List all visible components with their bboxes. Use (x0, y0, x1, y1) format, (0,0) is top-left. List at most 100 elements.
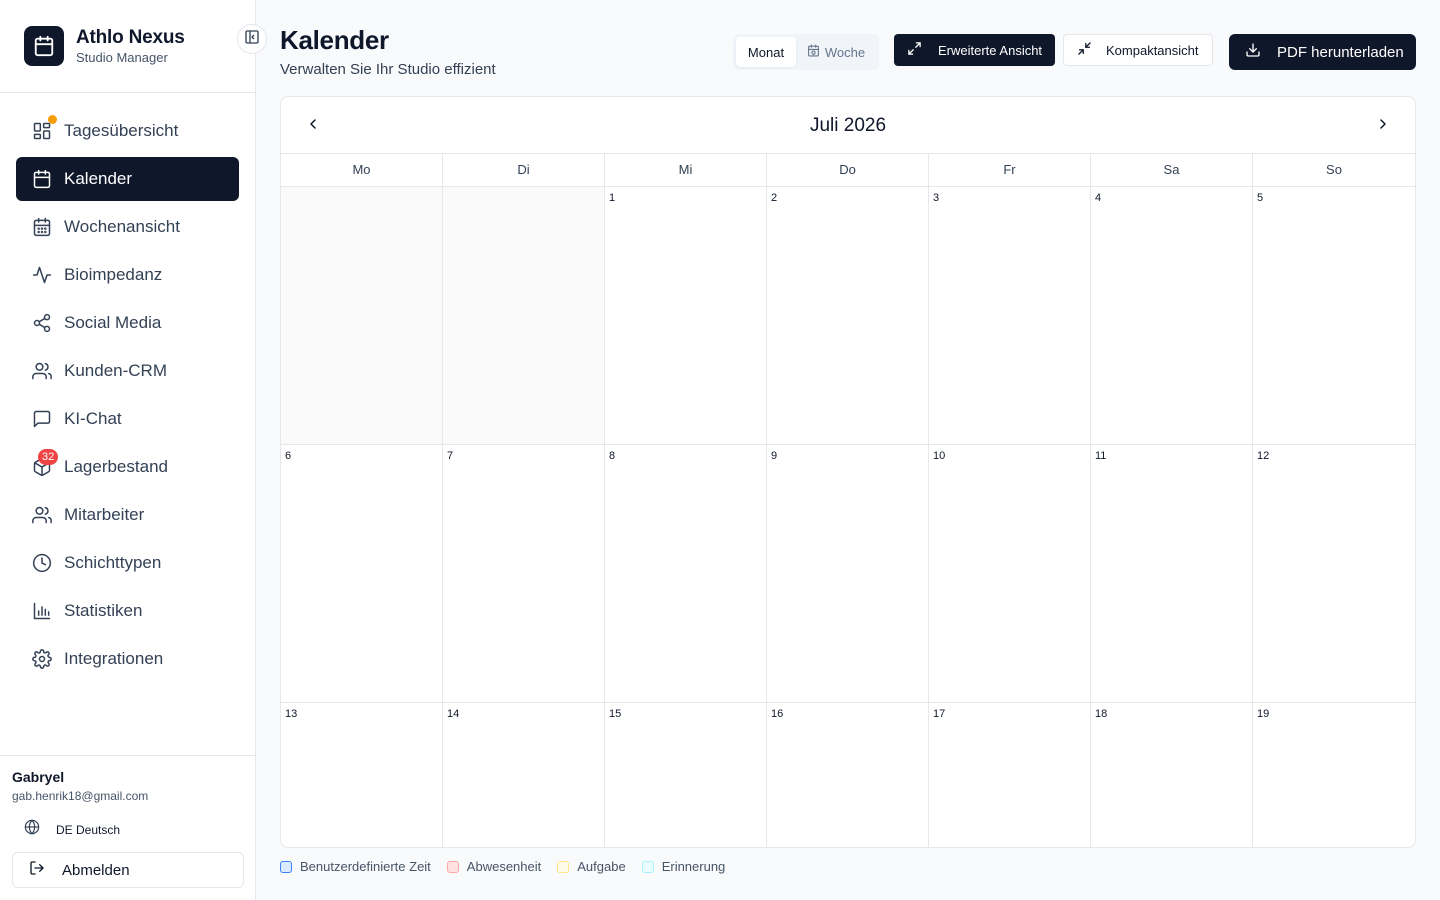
globe-icon (24, 819, 40, 840)
gear-icon (32, 649, 52, 669)
weekday-header: Mi (605, 154, 767, 186)
day-cell[interactable]: 17 (929, 703, 1091, 847)
day-cell[interactable]: 14 (443, 703, 605, 847)
legend-item: Erinnerung (641, 859, 725, 874)
day-cell[interactable]: 7 (443, 445, 605, 703)
user-email: gab.henrik18@gmail.com (12, 789, 149, 803)
day-cell[interactable]: 1 (605, 187, 767, 445)
sidebar-footer-divider (0, 755, 255, 756)
user-name: Gabryel (12, 769, 65, 785)
weekday-header: Di (443, 154, 605, 186)
brand-name: Athlo Nexus (76, 27, 185, 48)
compact-view-label: Kompaktansicht (1106, 42, 1199, 58)
sidebar-item-label: Tagesübersicht (64, 121, 179, 140)
legend-label: Aufgabe (577, 859, 626, 874)
calendar-legend: Benutzerdefinierte Zeit Abwesenheit Aufgab… (280, 859, 741, 874)
sidebar-item-label: Mitarbeiter (64, 505, 145, 524)
tab-month[interactable]: Monat (736, 37, 796, 67)
extended-view-button[interactable]: Erweiterte Ansicht (894, 34, 1055, 66)
sidebar-item-label: Social Media (64, 313, 162, 332)
sidebar-item-tagesuebersicht[interactable]: Tagesübersicht (16, 109, 239, 153)
minimize-icon (1077, 41, 1092, 59)
user-group-icon (32, 505, 52, 525)
day-number: 19 (1257, 708, 1270, 720)
sidebar-item-schichttypen[interactable]: Schichttypen (16, 541, 239, 585)
day-cell[interactable]: 16 (767, 703, 929, 847)
day-number: 13 (285, 708, 298, 720)
day-cell[interactable]: 9 (767, 445, 929, 703)
chevron-right-icon (1375, 116, 1391, 137)
legend-label: Benutzerdefinierte Zeit (300, 859, 431, 874)
calendar-header: Juli 2026 (281, 97, 1415, 154)
sidebar-item-label: Schichttypen (64, 553, 162, 572)
day-number: 2 (771, 192, 778, 204)
sidebar-item-label: Bioimpedanz (64, 265, 163, 284)
day-cell[interactable]: 10 (929, 445, 1091, 703)
day-cell[interactable]: 18 (1091, 703, 1253, 847)
sidebar-item-mitarbeiter[interactable]: Mitarbeiter (16, 493, 239, 537)
day-number: 14 (447, 708, 460, 720)
day-cell[interactable]: 11 (1091, 445, 1253, 703)
day-cell[interactable]: 8 (605, 445, 767, 703)
weekday-header: Fr (929, 154, 1091, 186)
tab-month-label: Monat (747, 44, 785, 60)
sidebar-item-kunden-crm[interactable]: Kunden-CRM (16, 349, 239, 393)
sidebar-item-social-media[interactable]: Social Media (16, 301, 239, 345)
day-number: 16 (771, 708, 784, 720)
logout-icon (29, 860, 45, 881)
previous-month-button[interactable] (297, 113, 329, 139)
day-number: 1 (609, 192, 616, 204)
day-cell[interactable]: 12 (1253, 445, 1415, 703)
legend-label: Abwesenheit (466, 859, 542, 874)
day-number: 6 (285, 450, 292, 462)
brand[interactable]: Athlo Nexus Studio Manager (24, 26, 185, 66)
day-cell[interactable]: 2 (767, 187, 929, 445)
sidebar-item-wochenansicht[interactable]: Wochenansicht (16, 205, 239, 249)
calendar-icon (24, 26, 64, 66)
day-cell[interactable]: 13 (281, 703, 443, 847)
sidebar-toggle-icon (244, 29, 260, 50)
day-number: 15 (609, 708, 622, 720)
sidebar-item-statistiken[interactable]: Statistiken (16, 589, 239, 633)
weekday-header: So (1326, 162, 1342, 177)
sidebar-item-bioimpedanz[interactable]: Bioimpedanz (16, 253, 239, 297)
weekday-header: Do (767, 154, 929, 186)
next-month-button[interactable] (1367, 113, 1399, 139)
sidebar-item-label: Integrationen (64, 649, 164, 668)
day-cell[interactable]: 6 (281, 445, 443, 703)
download-pdf-label: PDF herunterladen (1277, 43, 1404, 61)
calendar-week-icon (32, 217, 52, 237)
weekday-row: Mo Di Mi Do Fr Sa So (281, 154, 1415, 187)
logout-button[interactable]: Abmelden (12, 852, 244, 888)
clock-icon (32, 553, 52, 573)
day-cell[interactable]: 3 (929, 187, 1091, 445)
sidebar-collapse-button[interactable] (237, 24, 267, 54)
sidebar-item-kalender[interactable]: Kalender (16, 157, 239, 201)
sidebar-item-ki-chat[interactable]: KI-Chat (16, 397, 239, 441)
day-cell[interactable]: 5 (1253, 187, 1415, 445)
day-cell[interactable] (281, 187, 443, 445)
sidebar-item-label: Kunden-CRM (64, 361, 167, 380)
logout-label: Abmelden (62, 861, 130, 879)
sidebar-item-label: Lagerbestand (64, 457, 168, 476)
language-label: DE Deutsch (56, 822, 121, 837)
compact-view-button[interactable]: Kompaktansicht (1063, 34, 1213, 66)
sidebar-item-integrationen[interactable]: Integrationen (16, 637, 239, 681)
day-cell[interactable]: 15 (605, 703, 767, 847)
day-cell[interactable]: 19 (1253, 703, 1415, 847)
language-selector[interactable]: DE Deutsch (24, 819, 120, 840)
page-title: Kalender (280, 25, 389, 55)
legend-swatch (280, 860, 292, 873)
page-subtitle: Verwalten Sie Ihr Studio effizient (280, 61, 496, 78)
download-pdf-button[interactable]: PDF herunterladen (1229, 34, 1416, 70)
download-icon (1245, 42, 1261, 62)
sidebar: Athlo Nexus Studio Manager Tagesübersich… (0, 0, 256, 900)
sidebar-item-lagerbestand[interactable]: 32 Lagerbestand (16, 445, 239, 489)
day-cell[interactable]: 4 (1091, 187, 1253, 445)
day-number: 3 (933, 192, 940, 204)
sidebar-item-label: Wochenansicht (64, 217, 180, 236)
day-cell[interactable] (443, 187, 605, 445)
day-number: 7 (447, 450, 454, 462)
tab-week[interactable]: Woche (796, 37, 876, 67)
sidebar-nav: Tagesübersicht Kalender Wochenansicht Bi… (16, 109, 239, 685)
